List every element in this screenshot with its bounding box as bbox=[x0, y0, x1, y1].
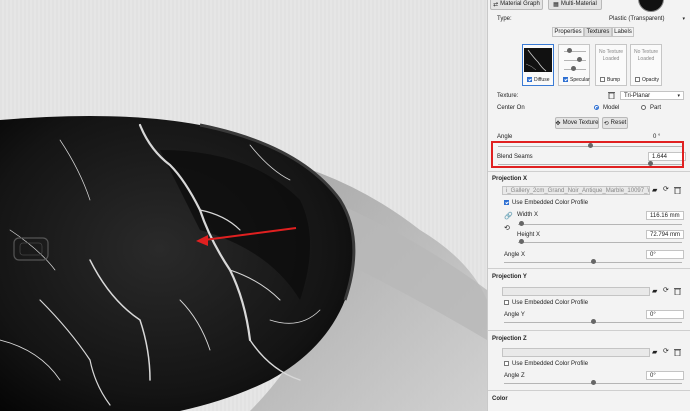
marble-mouse-render bbox=[0, 116, 487, 411]
color-header: Color bbox=[492, 396, 508, 402]
link-icon[interactable]: 🔗 bbox=[504, 212, 513, 220]
texture-slot-specular[interactable]: Specular bbox=[558, 44, 590, 86]
texture-slot-opacity[interactable]: No Texture Loaded Opacity bbox=[630, 44, 662, 86]
height-x-slider-knob[interactable] bbox=[519, 239, 524, 244]
render-viewport[interactable] bbox=[0, 0, 487, 411]
type-label: Type: bbox=[497, 16, 512, 22]
opacity-checkbox[interactable] bbox=[635, 77, 640, 82]
texture-slot-bump[interactable]: No Texture Loaded Bump bbox=[595, 44, 627, 86]
height-x-input[interactable]: 72.794 mm bbox=[646, 230, 684, 239]
center-on-label: Center On bbox=[497, 105, 525, 111]
bump-checkbox[interactable] bbox=[600, 77, 605, 82]
projection-z-header: Projection Z bbox=[492, 336, 527, 342]
tab-properties[interactable]: Properties bbox=[552, 27, 584, 37]
angle-label: Angle bbox=[497, 134, 513, 140]
tab-labels[interactable]: Labels bbox=[612, 27, 634, 37]
folder-icon[interactable]: ▰ bbox=[652, 186, 657, 194]
angle-input[interactable]: 0 ° bbox=[650, 133, 688, 141]
trash-icon[interactable] bbox=[674, 186, 681, 194]
diffuse-checkbox[interactable] bbox=[527, 77, 532, 82]
projection-x-file-field[interactable]: i_Gallery_2cm_Grand_Noir_Antique_Marble_… bbox=[502, 186, 650, 195]
projection-y-embedded-checkbox[interactable] bbox=[504, 300, 509, 305]
multi-material-button[interactable]: ▦ Multi-Material bbox=[548, 0, 602, 10]
chevron-down-icon: ▾ bbox=[682, 15, 685, 22]
chevron-down-icon: ▾ bbox=[677, 92, 680, 99]
type-select[interactable]: Plastic (Transparent) ▾ bbox=[606, 14, 688, 23]
width-x-input[interactable]: 116.16 mm bbox=[646, 211, 684, 220]
projection-y-header: Projection Y bbox=[492, 274, 527, 280]
no-texture-text: No Texture Loaded bbox=[633, 49, 659, 62]
folder-icon[interactable]: ▰ bbox=[652, 348, 657, 356]
projection-x-header: Projection X bbox=[492, 176, 528, 182]
center-on-part-radio[interactable] bbox=[641, 105, 646, 110]
projection-x-embedded-checkbox[interactable] bbox=[504, 200, 509, 205]
diffuse-texture-thumbnail bbox=[524, 48, 552, 72]
folder-icon[interactable]: ▰ bbox=[652, 287, 657, 295]
material-preview-sphere[interactable] bbox=[638, 0, 664, 12]
projection-z-file-field[interactable] bbox=[502, 348, 650, 357]
specular-checkbox[interactable] bbox=[563, 77, 568, 82]
specular-slider-knob[interactable] bbox=[577, 57, 582, 62]
trash-icon[interactable] bbox=[674, 287, 681, 295]
center-on-model-radio[interactable] bbox=[594, 105, 599, 110]
no-texture-text: No Texture Loaded bbox=[598, 49, 624, 62]
angle-z-input[interactable]: 0° bbox=[646, 371, 684, 380]
specular-slider-knob[interactable] bbox=[571, 66, 576, 71]
layers-icon: ▦ bbox=[553, 1, 559, 8]
tab-textures[interactable]: Textures bbox=[584, 27, 612, 37]
angle-z-slider-knob[interactable] bbox=[591, 380, 596, 385]
reset-button[interactable]: ⟲ Reset bbox=[602, 117, 628, 129]
texture-label: Texture: bbox=[497, 93, 519, 99]
move-texture-button[interactable]: ✥ Move Texture bbox=[555, 117, 599, 129]
refresh-icon[interactable]: ⟳ bbox=[663, 286, 669, 294]
refresh-icon[interactable]: ⟳ bbox=[663, 347, 669, 355]
projection-z-embedded-checkbox[interactable] bbox=[504, 361, 509, 366]
graph-icon: ⇄ bbox=[493, 1, 499, 8]
projection-y-file-field[interactable] bbox=[502, 287, 650, 296]
move-icon: ✥ bbox=[555, 120, 561, 127]
material-graph-button[interactable]: ⇄ Material Graph bbox=[490, 0, 543, 10]
projection-mapping-select[interactable]: Tri-Planar ▾ bbox=[620, 91, 684, 100]
reset-icon: ⟲ bbox=[603, 120, 609, 127]
texture-slot-diffuse[interactable]: Diffuse bbox=[522, 44, 554, 86]
angle-y-input[interactable]: 0° bbox=[646, 310, 684, 319]
swap-icon[interactable]: ⟲ bbox=[504, 224, 510, 232]
trash-icon[interactable] bbox=[674, 348, 681, 356]
highlight-annotation-box bbox=[491, 141, 684, 168]
angle-y-slider-knob[interactable] bbox=[591, 319, 596, 324]
width-x-slider-knob[interactable] bbox=[519, 221, 524, 226]
angle-x-slider-knob[interactable] bbox=[591, 259, 596, 264]
angle-x-input[interactable]: 0° bbox=[646, 250, 684, 259]
specular-slider-knob[interactable] bbox=[567, 48, 572, 53]
material-panel: ⇄ Material Graph ▦ Multi-Material Type: … bbox=[487, 0, 690, 411]
trash-icon[interactable] bbox=[608, 91, 615, 99]
refresh-icon[interactable]: ⟳ bbox=[663, 185, 669, 193]
